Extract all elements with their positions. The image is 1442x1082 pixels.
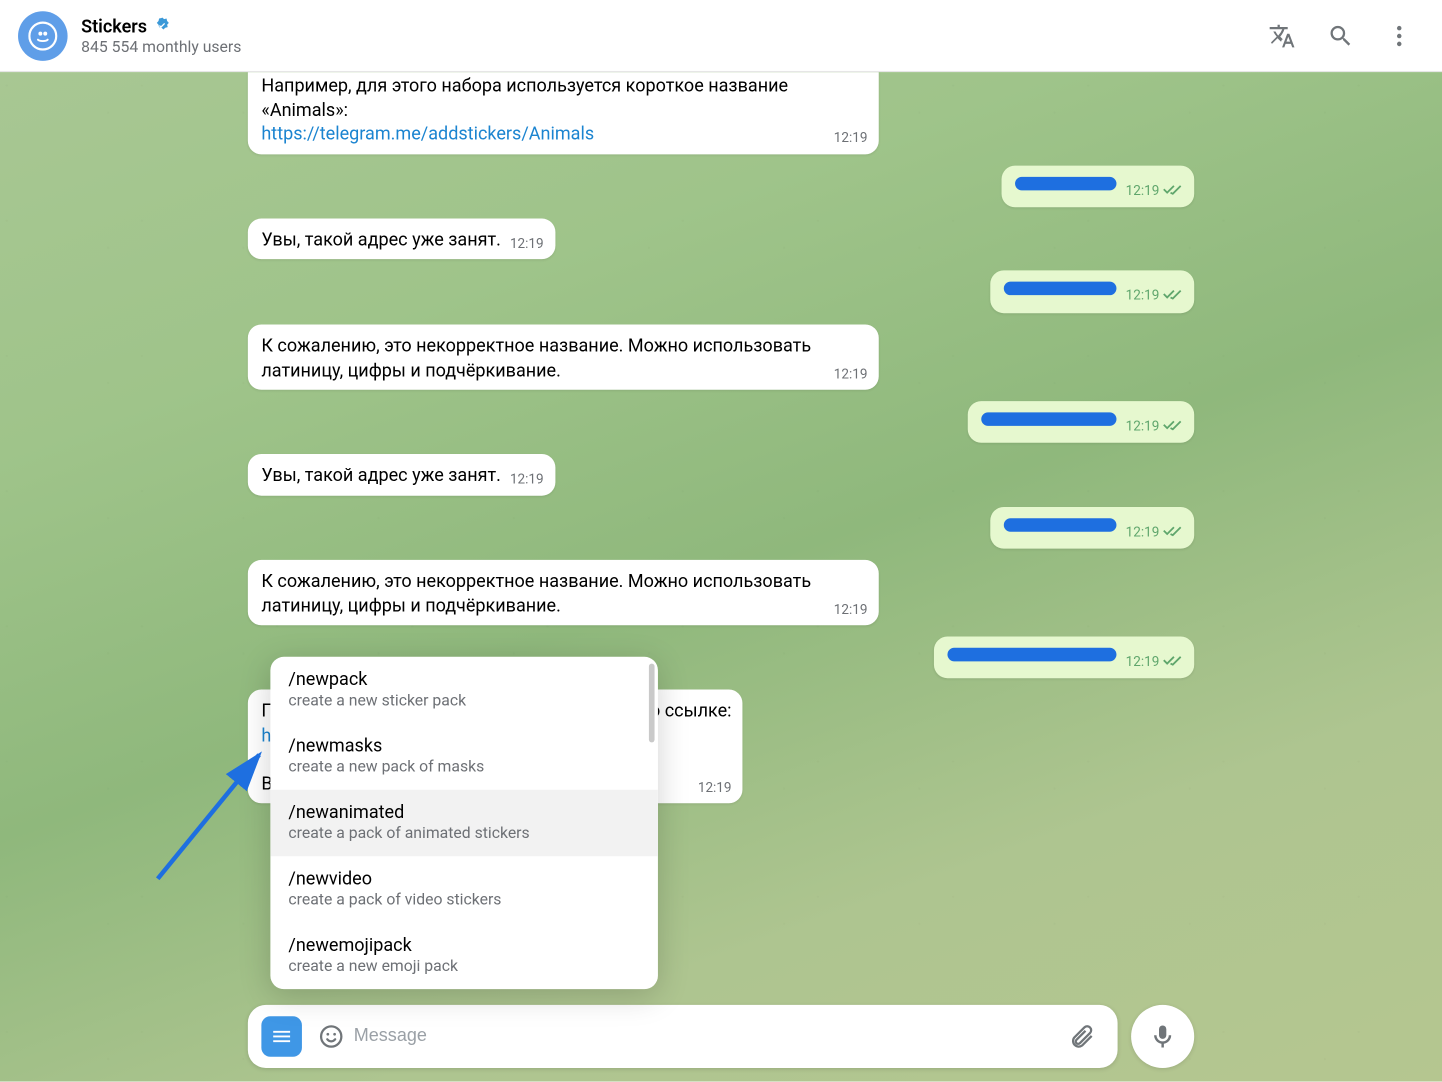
- paperclip-icon: [1068, 1023, 1095, 1050]
- incoming-message[interactable]: К сожалению, это некорректное название. …: [248, 560, 879, 625]
- message-time: 12:19: [510, 470, 544, 488]
- message-text: К сожалению, это некорректное название. …: [261, 335, 811, 381]
- suggestion-command: /newanimated: [288, 801, 639, 822]
- suggestion-command: /newmasks: [288, 735, 639, 756]
- suggestion-item[interactable]: /newpack create a new sticker pack: [270, 657, 658, 723]
- read-ticks-icon: [1163, 418, 1183, 432]
- chat-avatar[interactable]: [18, 11, 68, 61]
- redacted-text: [948, 648, 1117, 662]
- suggestion-description: create a new pack of masks: [288, 758, 639, 776]
- more-vertical-icon: [1386, 22, 1413, 49]
- chat-area: подписчиками.Например, для этого набора …: [0, 72, 1442, 1081]
- messages-list[interactable]: подписчиками.Например, для этого набора …: [0, 72, 1442, 1081]
- message-text: Увы, такой адрес уже занят.: [261, 465, 501, 486]
- outgoing-message[interactable]: 12:19: [968, 401, 1194, 443]
- outgoing-message[interactable]: 12:19: [990, 506, 1194, 548]
- redacted-text: [1015, 176, 1116, 190]
- redacted-text: [1004, 282, 1117, 296]
- message-time: 12:19: [698, 779, 732, 797]
- message-input[interactable]: [354, 1026, 1059, 1046]
- suggestion-item[interactable]: /newanimated create a pack of animated st…: [270, 790, 658, 856]
- attach-button[interactable]: [1059, 1014, 1104, 1059]
- translate-button[interactable]: [1257, 11, 1307, 61]
- app-root: Stickers 845 554 monthly users подписчик…: [0, 0, 1442, 1082]
- translate-icon: [1269, 22, 1296, 49]
- suggestion-description: create a pack of video stickers: [288, 891, 639, 909]
- message-time: 12:19: [1126, 181, 1183, 199]
- message-time: 12:19: [1126, 417, 1183, 435]
- suggestion-command: /newemojipack: [288, 934, 639, 955]
- suggestion-command: /newpack: [288, 668, 639, 689]
- message-time: 12:19: [834, 364, 868, 382]
- outgoing-message[interactable]: 12:19: [990, 271, 1194, 313]
- read-ticks-icon: [1163, 288, 1183, 302]
- read-ticks-icon: [1163, 182, 1183, 196]
- chat-title: Stickers: [81, 15, 1257, 36]
- incoming-message[interactable]: Увы, такой адрес уже занят. 12:19: [248, 454, 555, 495]
- message-time: 12:19: [834, 600, 868, 618]
- redacted-text: [981, 412, 1116, 426]
- message-time: 12:19: [1126, 522, 1183, 540]
- chat-header: Stickers 845 554 monthly users: [0, 0, 1442, 72]
- message-text: Например, для этого набора используется …: [261, 75, 788, 121]
- smile-icon: [318, 1023, 345, 1050]
- annotation-arrow: [146, 732, 281, 890]
- incoming-message[interactable]: К сожалению, это некорректное название. …: [248, 324, 879, 389]
- message-text: Увы, такой адрес уже занят.: [261, 229, 501, 250]
- chat-subtitle: 845 554 monthly users: [81, 38, 1257, 56]
- message-text: К сожалению, это некорректное название. …: [261, 570, 811, 616]
- message-link[interactable]: https://telegram.me/addstickers/Animals: [261, 123, 594, 144]
- suggestion-description: create a new emoji pack: [288, 958, 639, 976]
- suggestion-description: create a pack of animated stickers: [288, 825, 639, 843]
- menu-icon: [270, 1025, 293, 1048]
- voice-message-button[interactable]: [1131, 1005, 1194, 1068]
- incoming-message[interactable]: подписчиками.Например, для этого набора …: [248, 72, 879, 154]
- suggestion-description: create a new sticker pack: [288, 692, 639, 710]
- chat-header-titles[interactable]: Stickers 845 554 monthly users: [81, 15, 1257, 56]
- outgoing-message[interactable]: 12:19: [1002, 165, 1194, 207]
- read-ticks-icon: [1163, 653, 1183, 667]
- suggestion-item[interactable]: /newmasks create a new pack of masks: [270, 723, 658, 789]
- message-time: 12:19: [510, 235, 544, 253]
- suggestion-item[interactable]: /newvideo create a pack of video stickers: [270, 856, 658, 922]
- read-ticks-icon: [1163, 523, 1183, 537]
- suggestion-command: /newvideo: [288, 867, 639, 888]
- outgoing-message[interactable]: 12:19: [934, 636, 1194, 678]
- header-actions: [1257, 11, 1424, 61]
- suggestions-scrollbar[interactable]: [649, 664, 655, 743]
- verified-badge-icon: [152, 16, 172, 36]
- suggestion-item[interactable]: /newemojipack create a new emoji pack: [270, 923, 658, 989]
- emoji-button[interactable]: [309, 1014, 354, 1059]
- message-time: 12:19: [834, 129, 868, 147]
- redacted-text: [1004, 518, 1117, 532]
- more-button[interactable]: [1374, 11, 1424, 61]
- incoming-message[interactable]: Увы, такой адрес уже занят. 12:19: [248, 219, 555, 260]
- message-time: 12:19: [1126, 652, 1183, 670]
- composer-row: [0, 1005, 1442, 1068]
- search-button[interactable]: [1316, 11, 1366, 61]
- search-icon: [1327, 22, 1354, 49]
- message-time: 12:19: [1126, 287, 1183, 305]
- microphone-icon: [1148, 1022, 1177, 1051]
- sticker-bot-icon: [28, 21, 57, 50]
- chat-title-text: Stickers: [81, 15, 147, 36]
- command-suggestions-popup: /newpack create a new sticker pack/newmas…: [270, 657, 658, 989]
- message-composer: [248, 1005, 1118, 1068]
